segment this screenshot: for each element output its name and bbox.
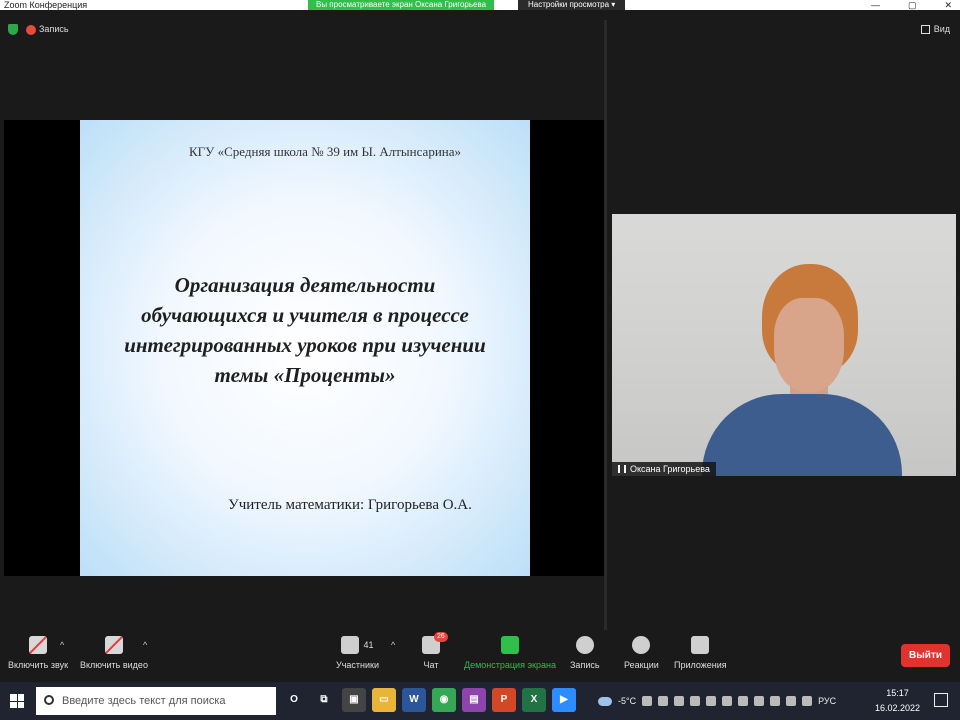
start-video-button[interactable]: Включить видео: [80, 636, 148, 670]
search-placeholder: Введите здесь текст для поиска: [62, 695, 226, 707]
word-icon[interactable]: W: [402, 688, 426, 712]
start-video-label: Включить видео: [80, 660, 148, 670]
system-tray: -5°C РУС: [598, 682, 836, 720]
participants-label: Участники: [336, 660, 379, 670]
minimize-button[interactable]: —: [871, 0, 880, 10]
meeting-toolbar: Включить звук ^ Включить видео ^ 41 Учас…: [0, 630, 960, 682]
volume-icon[interactable]: [802, 696, 813, 706]
topic-line: интегрированных уроков при изучении: [124, 333, 486, 357]
app-2-icon[interactable]: ▤: [462, 688, 486, 712]
chat-button[interactable]: 26 Чат: [422, 632, 448, 670]
participants-icon-group: 41: [341, 636, 374, 654]
participant-image: [692, 264, 912, 476]
share-screen-icon: [500, 636, 519, 654]
topic-line: Организация деятельности: [174, 273, 436, 297]
weather-icon: [598, 696, 612, 706]
windows-start-icon[interactable]: [10, 694, 24, 708]
participant-video[interactable]: Оксана Григорьева: [612, 214, 956, 476]
chrome-icon[interactable]: ◉: [432, 688, 456, 712]
record-button[interactable]: Запись: [570, 636, 600, 670]
notifications-icon[interactable]: [934, 693, 948, 707]
tray-icon[interactable]: [738, 696, 749, 706]
maximize-button[interactable]: ▢: [908, 0, 917, 10]
clock[interactable]: 15:17 16.02.2022: [875, 686, 920, 716]
view-button[interactable]: Вид: [920, 24, 950, 34]
taskbar-search[interactable]: Введите здесь текст для поиска: [36, 687, 276, 715]
weather-temp[interactable]: -5°C: [618, 696, 636, 706]
participant-name: Оксана Григорьева: [630, 464, 710, 474]
clock-time: 15:17: [886, 688, 909, 698]
clock-date: 16.02.2022: [874, 703, 920, 713]
panel-divider[interactable]: [604, 20, 607, 630]
shield-icon[interactable]: [8, 24, 18, 35]
cortana-icon[interactable]: O: [282, 688, 306, 712]
tray-icon[interactable]: [786, 696, 797, 706]
recording-label: Запись: [39, 24, 69, 35]
apps-label: Приложения: [674, 660, 727, 670]
record-icon: [26, 24, 36, 35]
participant-body: [702, 394, 902, 476]
apps-icon: [691, 636, 710, 654]
powerpoint-icon[interactable]: P: [492, 688, 516, 712]
participants-icon: [341, 636, 360, 654]
leave-button[interactable]: Выйти: [901, 644, 950, 667]
microphone-muted-icon: [29, 636, 48, 654]
participants-options-caret[interactable]: ^: [391, 640, 395, 650]
top-info: Запись: [8, 24, 69, 35]
share-screen-label: Демонстрация экрана: [464, 660, 556, 670]
reactions-button[interactable]: Реакции: [624, 636, 659, 670]
record-label: Запись: [570, 660, 600, 670]
audio-options-caret[interactable]: ^: [60, 640, 64, 650]
apps-button[interactable]: Приложения: [674, 636, 727, 670]
participants-button[interactable]: 41 Участники: [336, 636, 379, 670]
meeting-area: Запись Вид КГУ «Средняя школа № 39 им Ы.…: [0, 10, 960, 630]
sharing-banner: Вы просматриваете экран Оксана Григорьев…: [308, 0, 495, 10]
camera-off-icon: [104, 636, 123, 654]
window-controls: — ▢ ✕: [871, 0, 952, 10]
topic-line: темы «Проценты»: [214, 363, 396, 387]
signal-icon: [618, 465, 626, 473]
tray-icon[interactable]: [674, 696, 685, 706]
slide-school: КГУ «Средняя школа № 39 им Ы. Алтынсарин…: [189, 144, 461, 159]
view-settings-button[interactable]: Настройки просмотра ▾: [518, 0, 626, 10]
app-1-icon[interactable]: ▣: [342, 688, 366, 712]
view-label: Вид: [933, 24, 950, 34]
smiley-icon: [632, 636, 651, 654]
chat-label: Чат: [423, 660, 439, 670]
chat-badge: 26: [434, 632, 448, 642]
grid-icon: [920, 24, 930, 34]
tray-icon[interactable]: [658, 696, 669, 706]
recording-indicator[interactable]: Запись: [26, 24, 69, 35]
window-title: Zoom Конференция: [4, 0, 88, 10]
slide-teacher: Учитель математики: Григорьева О.А.: [228, 497, 472, 513]
participant-name-label: Оксана Григорьева: [612, 462, 716, 476]
search-icon: [44, 695, 54, 705]
tray-icon[interactable]: [770, 696, 781, 706]
close-button[interactable]: ✕: [944, 0, 952, 10]
slide-topic: Организация деятельности обучающихся и у…: [100, 270, 510, 390]
chat-icon: 26: [422, 632, 448, 654]
tray-icon[interactable]: [722, 696, 733, 706]
zoom-icon[interactable]: ▶: [552, 688, 576, 712]
task-view-icon[interactable]: ⧉: [312, 688, 336, 712]
participant-face: [774, 298, 844, 392]
tray-icon[interactable]: [690, 696, 701, 706]
language-indicator[interactable]: РУС: [818, 696, 836, 706]
tray-icon[interactable]: [706, 696, 717, 706]
windows-taskbar: Введите здесь текст для поиска O ⧉ ▣ ▭ W ◉ ▤ P X…: [0, 682, 960, 720]
explorer-icon[interactable]: ▭: [372, 688, 396, 712]
reactions-label: Реакции: [624, 660, 659, 670]
tray-icon[interactable]: [754, 696, 765, 706]
presentation-slide: КГУ «Средняя школа № 39 им Ы. Алтынсарин…: [80, 120, 530, 576]
participants-count: 41: [363, 640, 374, 650]
tray-icon[interactable]: [642, 696, 653, 706]
shared-screen[interactable]: КГУ «Средняя школа № 39 им Ы. Алтынсарин…: [4, 120, 604, 576]
taskbar-apps: O ⧉ ▣ ▭ W ◉ ▤ P X ▶: [282, 688, 576, 712]
share-screen-button[interactable]: Демонстрация экрана: [464, 636, 556, 670]
excel-icon[interactable]: X: [522, 688, 546, 712]
video-options-caret[interactable]: ^: [143, 640, 147, 650]
record-icon: [575, 636, 594, 654]
unmute-label: Включить звук: [8, 660, 69, 670]
topic-line: обучающихся и учителя в процессе: [141, 303, 469, 327]
